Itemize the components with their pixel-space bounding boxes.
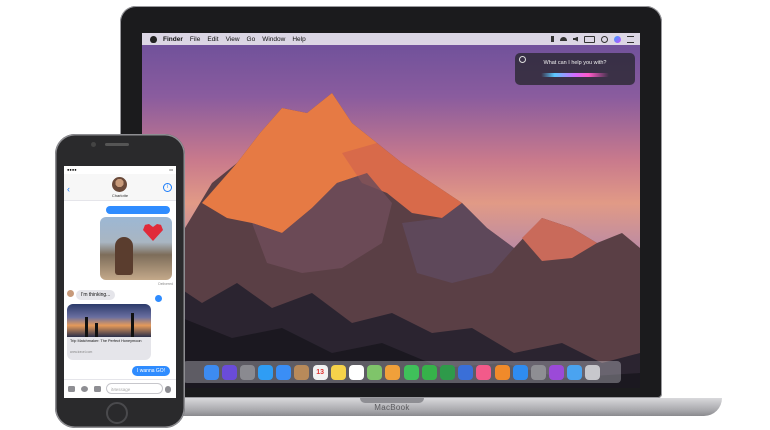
menu-bar: Finder File Edit View Go Window Help	[142, 33, 640, 45]
bluetooth-icon[interactable]	[551, 36, 554, 42]
battery-icon: ▭	[169, 167, 173, 172]
message-bubble-received[interactable]: I'm thinking...	[76, 290, 116, 300]
podcast-app[interactable]	[549, 364, 565, 380]
dock: 13	[183, 361, 621, 383]
front-camera	[91, 142, 96, 147]
share-icon[interactable]	[155, 295, 162, 302]
menu-go[interactable]: Go	[247, 36, 256, 43]
keynote-app[interactable]	[458, 364, 474, 380]
photo-message[interactable]	[100, 217, 172, 280]
signal-icon: ●●●●	[67, 167, 77, 172]
app-store-icon[interactable]	[94, 386, 101, 392]
heart-sticker-icon	[143, 224, 163, 241]
menu-file[interactable]: File	[190, 36, 200, 43]
siri-icon[interactable]	[614, 35, 621, 43]
siri-prompt: What can I help you with?	[543, 60, 607, 66]
iphone-screen: ●●●● ▭ ‹ Charlotte i Delivered I'm think…	[64, 166, 176, 398]
message-input-bar: iMessage	[64, 379, 176, 398]
siri-panel: What can I help you with?	[515, 53, 635, 85]
mail-app[interactable]	[276, 364, 292, 380]
ibooks-app[interactable]	[494, 364, 510, 380]
reminders-app[interactable]	[349, 364, 365, 380]
palm-tree	[85, 317, 88, 337]
itunes-app[interactable]	[476, 364, 492, 380]
message-bubble-sent[interactable]: I wanna GO!	[132, 366, 171, 376]
home-button[interactable]	[106, 402, 128, 424]
menu-edit[interactable]: Edit	[207, 36, 218, 43]
apple-icon[interactable]	[150, 35, 157, 43]
palm-tree	[131, 313, 134, 337]
microphone-icon[interactable]	[165, 386, 171, 393]
menu-help[interactable]: Help	[292, 36, 305, 43]
battery-icon[interactable]	[584, 35, 595, 43]
contact-name: Charlotte	[111, 193, 129, 198]
link-preview-image	[67, 304, 151, 337]
wifi-icon[interactable]	[560, 37, 567, 41]
downloads-folder[interactable]	[567, 364, 583, 380]
spotlight-search-icon[interactable]	[601, 35, 608, 43]
maps-app[interactable]	[367, 364, 383, 380]
wallpaper-mountain	[142, 93, 640, 388]
camera-icon[interactable]	[68, 386, 75, 392]
link-url: www.travel.com	[70, 350, 93, 354]
avatar	[67, 290, 74, 297]
earpiece-speaker	[105, 143, 129, 146]
avatar[interactable]	[112, 177, 127, 192]
menu-finder[interactable]: Finder	[163, 36, 183, 43]
numbers-app[interactable]	[439, 364, 455, 380]
notes-app[interactable]	[330, 364, 346, 380]
macbook-label: MacBook	[374, 403, 410, 412]
menu-window[interactable]: Window	[262, 36, 285, 43]
person-image	[115, 237, 133, 275]
contacts-app[interactable]	[294, 364, 310, 380]
menu-view[interactable]: View	[226, 36, 240, 43]
app-store-app[interactable]	[512, 364, 528, 380]
siri-app[interactable]	[221, 364, 237, 380]
messages-app[interactable]	[403, 364, 419, 380]
launchpad-app[interactable]	[239, 364, 255, 380]
photos-app[interactable]	[385, 364, 401, 380]
siri-waveform-icon	[541, 73, 609, 77]
digital-touch-icon[interactable]	[81, 386, 88, 392]
message-input[interactable]: iMessage	[106, 383, 163, 394]
finder-app[interactable]	[203, 364, 219, 380]
status-bar: ●●●● ▭	[64, 166, 176, 173]
facetime-app[interactable]	[421, 364, 437, 380]
trash-app[interactable]	[585, 364, 601, 380]
read-receipt: Delivered	[158, 282, 173, 286]
calendar-app[interactable]: 13	[312, 364, 328, 380]
system-preferences-app[interactable]	[530, 364, 546, 380]
link-title: Trip Matchmaker: The Perfect Honeymoon	[70, 339, 142, 343]
message-bubble-sent[interactable]	[106, 206, 170, 214]
conversation-header: ‹ Charlotte i	[64, 174, 176, 201]
palm-tree	[95, 323, 98, 337]
volume-icon[interactable]	[573, 36, 578, 42]
safari-app[interactable]	[258, 364, 274, 380]
macbook-screen: Finder File Edit View Go Window Help Wha…	[142, 33, 640, 388]
link-preview-card[interactable]: Trip Matchmaker: The Perfect Honeymoon w…	[67, 304, 151, 360]
notification-center-icon[interactable]	[627, 35, 634, 43]
info-icon[interactable]: i	[163, 183, 172, 192]
